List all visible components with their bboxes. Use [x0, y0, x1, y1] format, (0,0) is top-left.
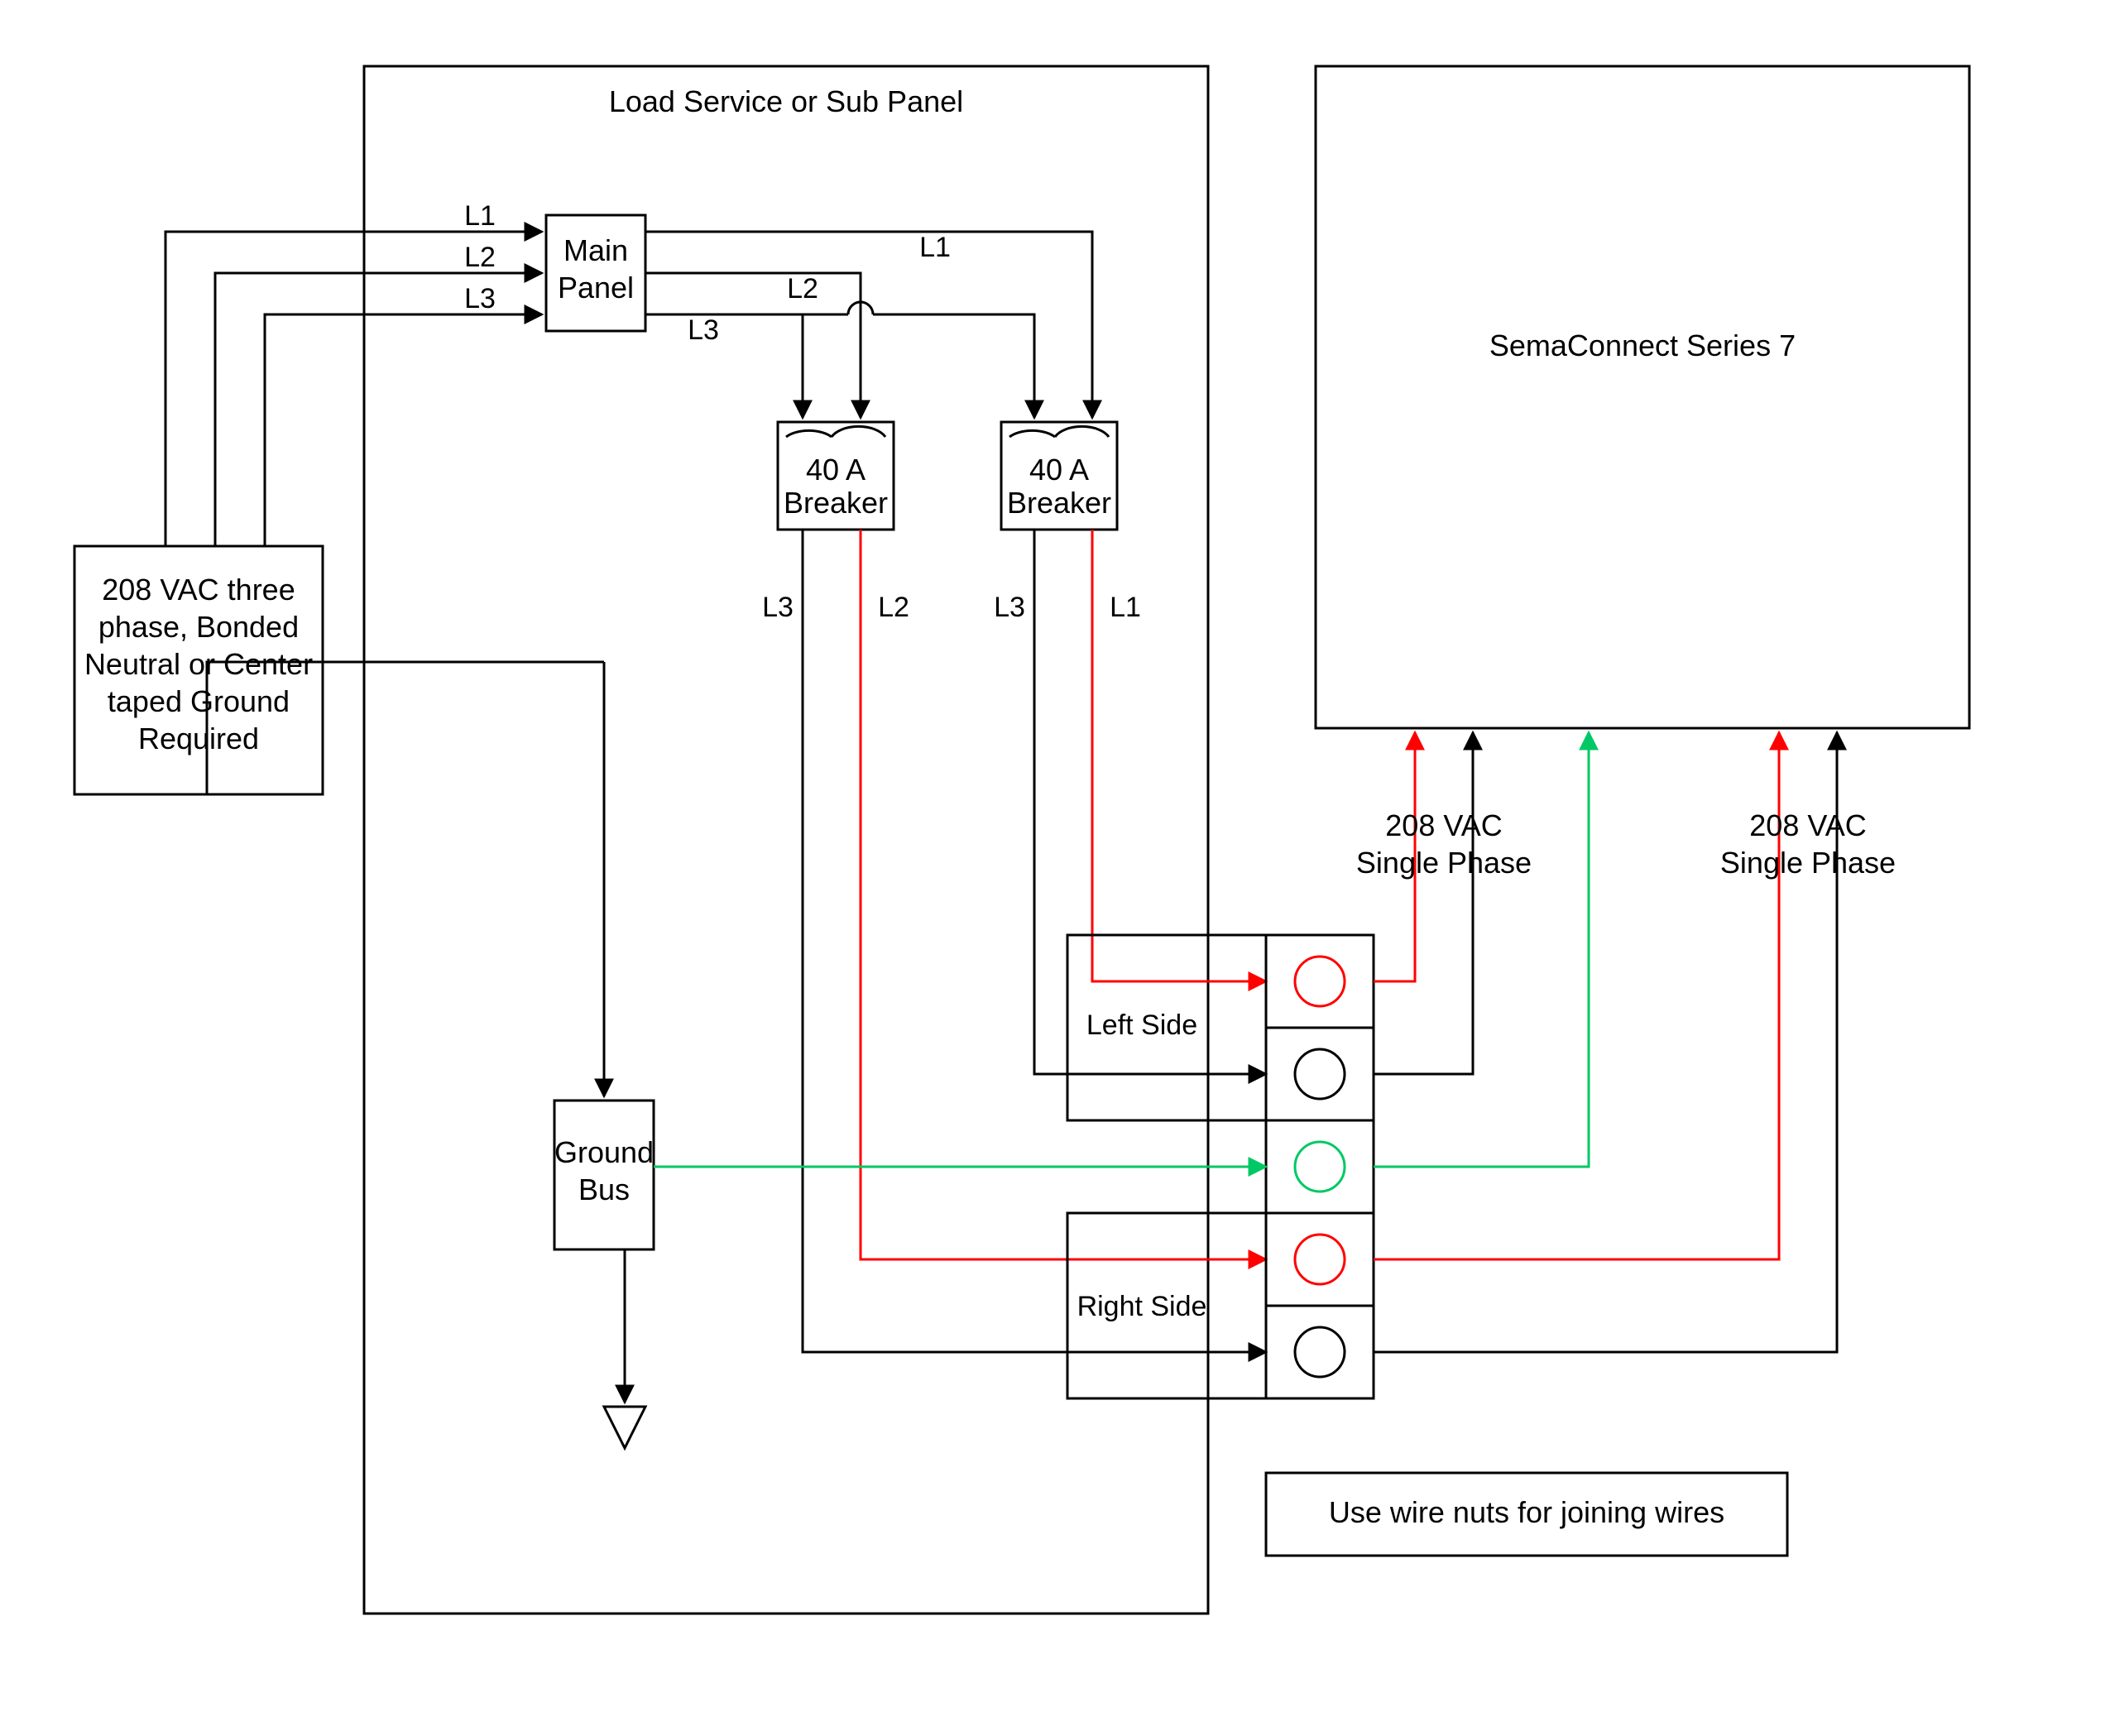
- terminal-1: [1295, 957, 1345, 1006]
- ground-symbol: [604, 1407, 645, 1448]
- phase1-l2: Single Phase: [1356, 846, 1532, 880]
- b2-l1: L1: [1110, 592, 1141, 623]
- breaker1-label-1: 40 A: [806, 453, 866, 487]
- main-panel-label-2: Panel: [558, 271, 634, 305]
- ground-bus-label-1: Ground: [554, 1135, 654, 1169]
- wiring-diagram: Load Service or Sub Panel Main Panel 40 …: [0, 0, 2110, 1736]
- device-label: SemaConnect Series 7: [1489, 328, 1796, 362]
- terminal-4: [1295, 1235, 1345, 1284]
- l1-in: L1: [464, 200, 496, 232]
- b2-l3: L3: [994, 592, 1025, 623]
- l2-in: L2: [464, 242, 496, 273]
- terminal-3: [1295, 1142, 1345, 1192]
- source-l3: Neutral or Center: [84, 647, 313, 681]
- l1-out: L1: [919, 232, 951, 263]
- ground-bus-label-2: Bus: [578, 1173, 630, 1206]
- l2-out: L2: [787, 273, 818, 305]
- b1-l2: L2: [878, 592, 909, 623]
- footer-label: Use wire nuts for joining wires: [1329, 1495, 1724, 1529]
- source-l2: phase, Bonded: [98, 610, 299, 644]
- l3-out: L3: [688, 314, 719, 346]
- breaker1-label-2: Breaker: [784, 486, 888, 520]
- terminal-5: [1295, 1327, 1345, 1377]
- panel-title: Load Service or Sub Panel: [609, 84, 963, 118]
- breaker2-label-2: Breaker: [1007, 486, 1111, 520]
- phase2-l2: Single Phase: [1720, 846, 1896, 880]
- source-l5: Required: [138, 722, 259, 755]
- right-side-label: Right Side: [1077, 1291, 1207, 1322]
- phase1-l1: 208 VAC: [1385, 808, 1502, 842]
- main-panel-label-1: Main: [563, 233, 628, 267]
- left-side-label: Left Side: [1086, 1009, 1197, 1041]
- device-box: [1316, 66, 1969, 728]
- source-l1: 208 VAC three: [102, 573, 295, 607]
- terminal-block: [1266, 935, 1374, 1398]
- l3-in: L3: [464, 283, 496, 314]
- terminal-2: [1295, 1049, 1345, 1099]
- b1-l3: L3: [762, 592, 794, 623]
- phase2-l1: 208 VAC: [1749, 808, 1866, 842]
- breaker2-label-1: 40 A: [1029, 453, 1089, 487]
- source-l4: taped Ground: [108, 684, 290, 718]
